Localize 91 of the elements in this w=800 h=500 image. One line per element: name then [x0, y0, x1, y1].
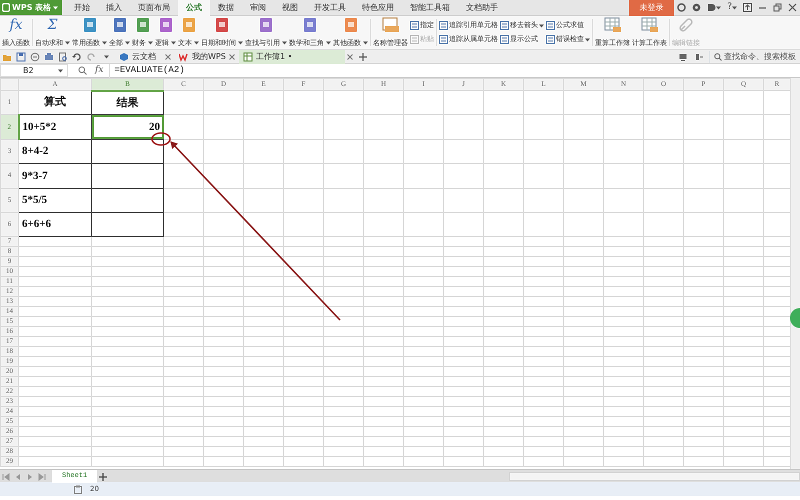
plus-icon	[359, 52, 367, 60]
help-button[interactable]: ?	[724, 0, 740, 16]
login-button[interactable]: 未登录	[629, 0, 674, 16]
insert-function-button[interactable]: fx	[93, 64, 106, 78]
menu-tab[interactable]: 开始	[66, 0, 98, 16]
clipboard-icon	[74, 484, 82, 494]
caret-icon	[716, 6, 722, 10]
menu-tab[interactable]: 文档助手	[458, 0, 506, 16]
save-icon	[16, 52, 26, 62]
search-field[interactable]: 查找命令、搜索模板	[709, 50, 796, 62]
menu-tab[interactable]: 视图	[274, 0, 306, 16]
table-cell: 9*3-7	[18, 164, 92, 188]
document-tab[interactable]: 工作簿1 •	[239, 50, 345, 64]
settings-icon	[692, 3, 702, 12]
close-icon	[165, 54, 171, 60]
tool-icon	[439, 35, 448, 44]
caret-icon	[171, 40, 176, 45]
link-icon	[678, 17, 694, 33]
print-icon	[44, 52, 54, 62]
plus-icon	[99, 472, 108, 480]
menu-tab[interactable]: 页面布局	[130, 0, 178, 16]
monitor-icon	[679, 52, 687, 60]
caret-icon	[65, 40, 70, 45]
tool-icon	[439, 21, 448, 30]
table-cell: 结果	[92, 90, 164, 115]
caret-icon	[732, 6, 737, 10]
undo-icon	[72, 52, 82, 62]
caret-icon	[125, 40, 130, 45]
caret-icon	[238, 40, 243, 45]
caret-icon	[282, 40, 287, 45]
ring-icon	[677, 3, 686, 12]
table-cell: 20	[92, 114, 164, 140]
caret-icon	[148, 40, 153, 45]
last-arrow-icon	[38, 472, 46, 480]
redo-icon	[86, 52, 96, 62]
first-arrow-icon	[2, 472, 10, 480]
close-icon	[347, 54, 353, 60]
caret-icon	[326, 40, 331, 45]
restore-icon	[773, 3, 782, 12]
app-menu-button[interactable]: WPS 表格	[0, 0, 62, 15]
menu-tab[interactable]: 插入	[98, 0, 130, 16]
last-sheet-button[interactable]	[36, 470, 48, 483]
w-logo-icon	[179, 52, 189, 62]
vertical-scrollbar[interactable]	[790, 78, 800, 469]
save-as-icon	[30, 52, 40, 62]
caret-icon	[194, 40, 199, 45]
up-arrow-icon	[743, 3, 752, 12]
save-as-button[interactable]	[28, 50, 42, 64]
table-cell: 5*5/5	[18, 188, 92, 212]
menu-tab[interactable]: 公式	[178, 0, 210, 16]
close-icon	[229, 54, 235, 60]
caret-icon	[102, 40, 107, 45]
caret-icon	[53, 6, 58, 10]
table-cell: 10+5*2	[18, 114, 92, 140]
tool-icon	[500, 21, 509, 30]
menu-tab[interactable]: 审阅	[242, 0, 274, 16]
close-icon	[788, 3, 797, 12]
caret-icon	[585, 38, 590, 42]
name-box[interactable]: B2	[0, 64, 68, 77]
tool-icon	[500, 35, 509, 44]
previous-arrow-icon	[14, 472, 22, 480]
zoom-button[interactable]	[76, 64, 89, 78]
first-sheet-button[interactable]	[0, 470, 12, 483]
search-icon	[78, 66, 87, 75]
print-preview-icon	[58, 52, 68, 62]
table-cell: 8+4-2	[18, 139, 92, 164]
search-icon	[714, 52, 722, 60]
menu-tab[interactable]: 特色应用	[354, 0, 402, 16]
add-sheet-button[interactable]	[97, 470, 110, 483]
logo-icon	[2, 3, 10, 12]
save-button[interactable]	[14, 50, 28, 64]
horizontal-scrollbar[interactable]	[509, 472, 800, 481]
table-cell: 算式	[18, 90, 92, 115]
menu-tab[interactable]: 数据	[210, 0, 242, 16]
caret-icon	[539, 24, 544, 28]
menu-tab[interactable]: 开发工具	[306, 0, 354, 16]
table-cell: 6+6+6	[18, 212, 92, 237]
tool-icon	[546, 35, 555, 44]
caret-icon	[58, 68, 63, 72]
tool-icon	[410, 21, 419, 30]
tool-icon	[410, 35, 419, 44]
caret-icon	[104, 54, 109, 58]
highlight-circle	[151, 132, 171, 146]
document-tab[interactable]: 云文档	[115, 50, 163, 64]
menu-tab[interactable]: 智能工具箱	[402, 0, 458, 16]
caret-icon	[363, 40, 368, 45]
next-arrow-icon	[26, 472, 34, 480]
tool-icon	[546, 21, 555, 30]
panel-icon	[695, 52, 703, 60]
document-tab[interactable]: 我的WPS	[175, 50, 227, 64]
sheet-file-icon	[243, 52, 253, 62]
